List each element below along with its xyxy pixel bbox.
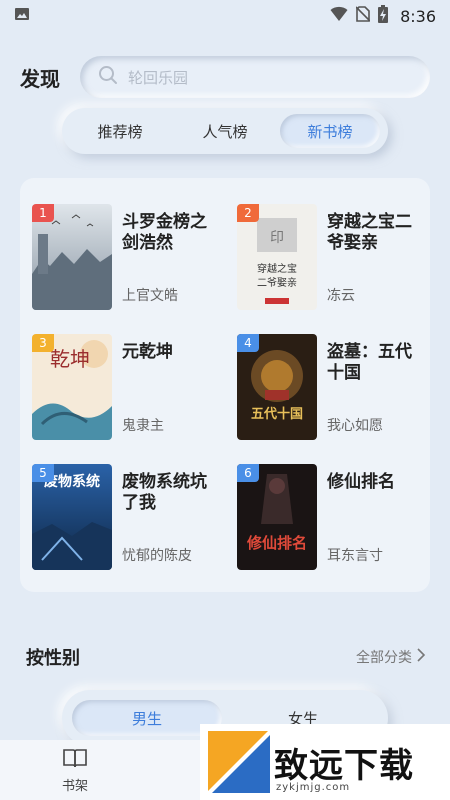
book-title[interactable]: 斗罗金榜之剑浩然 [122,212,222,254]
book-title[interactable]: 元乾坤 [122,342,222,363]
book-cover[interactable]: 1 [32,204,112,310]
rank-badge: 5 [32,464,54,482]
rank-badge: 1 [32,204,54,222]
svg-text:穿越之宝: 穿越之宝 [257,262,297,275]
status-bar: 8:36 [0,0,450,32]
rank-badge: 2 [237,204,259,222]
book-title[interactable]: 废物系统坑了我 [122,472,222,514]
nav-bookshelf[interactable]: 书架 [0,740,150,800]
book-item[interactable]: 修仙排名 6 修仙排名 耳东言寸 [225,464,415,574]
watermark-url: zykjmjg.com [276,782,351,793]
book-author: 冻云 [327,288,355,304]
svg-text:修仙排名: 修仙排名 [246,534,307,552]
header: 发现 轮回乐园 [20,56,430,98]
search-input[interactable]: 轮回乐园 [80,56,430,98]
rank-badge: 6 [237,464,259,482]
page-title: 发现 [20,66,60,91]
book-cover[interactable]: 印 穿越之宝 二爷娶亲 2 [237,204,317,310]
svg-text:五代十国: 五代十国 [251,406,303,422]
book-cover[interactable]: 废物系统 5 [32,464,112,570]
tab-recommend[interactable]: 推荐榜 [70,114,170,148]
nav-label: 书架 [61,778,88,794]
image-icon [14,6,30,26]
watermark-text: 致远下载 [274,745,414,786]
all-categories-label: 全部分类 [356,650,412,666]
book-icon [62,747,88,773]
watermark-logo-icon [208,731,270,793]
search-placeholder: 轮回乐园 [128,68,189,87]
book-item[interactable]: 废物系统 5 废物系统坑了我 忧郁的陈皮 [20,464,210,574]
gender-section-header: 按性别 全部分类 [26,645,426,669]
no-sim-icon [355,6,371,26]
book-ranking-card: 1 斗罗金榜之剑浩然 上官文皓 印 穿越之宝 二爷娶亲 2 穿越之宝二爷娶亲 冻… [20,178,430,592]
svg-text:乾坤: 乾坤 [50,347,90,371]
book-author: 我心如愿 [327,418,383,434]
tab-popular[interactable]: 人气榜 [175,114,275,148]
book-item[interactable]: 1 斗罗金榜之剑浩然 上官文皓 [20,204,210,314]
book-item[interactable]: 印 穿越之宝 二爷娶亲 2 穿越之宝二爷娶亲 冻云 [225,204,415,314]
book-title[interactable]: 修仙排名 [327,472,427,493]
rank-badge: 3 [32,334,54,352]
svg-text:印: 印 [270,230,284,246]
book-title[interactable]: 穿越之宝二爷娶亲 [327,212,427,254]
book-item[interactable]: 乾坤 3 元乾坤 鬼隶主 [20,334,210,444]
all-categories-link[interactable]: 全部分类 [356,647,426,667]
book-author: 鬼隶主 [122,418,164,434]
book-author: 上官文皓 [122,288,178,304]
search-icon [98,65,118,89]
book-item[interactable]: 五代十国 4 盗墓：五代十国 我心如愿 [225,334,415,444]
watermark-logo: 致远下载 zykjmjg.com [200,724,450,800]
status-time: 8:36 [400,6,436,26]
book-author: 忧郁的陈皮 [122,548,192,564]
rank-tabs: 推荐榜 人气榜 新书榜 [62,108,388,154]
section-title: 按性别 [26,648,80,669]
chevron-right-icon [416,648,426,666]
battery-charging-icon [378,5,389,27]
book-cover[interactable]: 乾坤 3 [32,334,112,440]
book-cover[interactable]: 修仙排名 6 [237,464,317,570]
book-author: 耳东言寸 [327,548,383,564]
svg-text:二爷娶亲: 二爷娶亲 [257,276,297,289]
rank-badge: 4 [237,334,259,352]
book-title[interactable]: 盗墓：五代十国 [327,342,427,384]
wifi-icon [330,6,348,26]
tab-new-books[interactable]: 新书榜 [280,114,380,148]
book-cover[interactable]: 五代十国 4 [237,334,317,440]
